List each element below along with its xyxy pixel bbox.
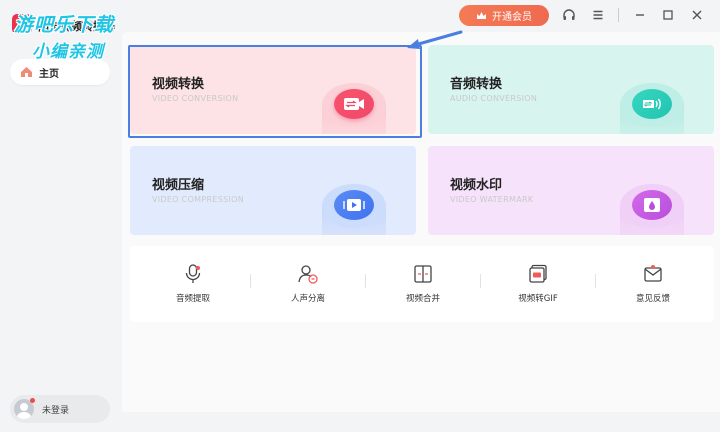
video-convert-icon (334, 89, 374, 119)
card-subtitle: AUDIO CONVERSION (450, 94, 538, 103)
tool-voice-separate[interactable]: 人声分离 (251, 246, 365, 322)
close-icon[interactable] (689, 7, 705, 23)
card-illustration (620, 83, 684, 134)
menu-icon[interactable] (590, 7, 606, 23)
vip-label: 开通会员 (492, 12, 532, 23)
card-audio-conversion[interactable]: 音频转换 AUDIO CONVERSION (428, 45, 714, 134)
sidebar-item-home[interactable]: 主页 (10, 59, 110, 85)
annotation-arrow-icon (407, 30, 463, 49)
home-icon (20, 66, 33, 78)
notification-dot (30, 398, 35, 403)
tool-label: 视频合并 (405, 294, 440, 304)
card-illustration (322, 184, 386, 235)
login-button[interactable]: 未登录 (10, 395, 110, 423)
feedback-icon (642, 263, 664, 285)
tool-feedback[interactable]: 意见反馈 (596, 246, 710, 322)
card-subtitle: VIDEO CONVERSION (152, 94, 239, 103)
tool-label: 意见反馈 (635, 294, 670, 304)
video-merge-icon (412, 263, 434, 285)
titlebar-divider (618, 8, 619, 22)
card-video-compression[interactable]: 视频压缩 VIDEO COMPRESSION (130, 146, 416, 235)
tool-label: 视频转GIF (518, 294, 558, 304)
tool-video-merge[interactable]: 视频合并 (366, 246, 480, 322)
card-title: 视频转换 (152, 77, 205, 92)
tool-label: 人声分离 (290, 294, 325, 304)
tool-video-to-gif[interactable]: 视频转GIF (481, 246, 595, 322)
video-watermark-icon (632, 190, 672, 220)
maximize-icon[interactable] (660, 7, 676, 23)
sidebar-item-label: 主页 (39, 68, 59, 80)
card-subtitle: VIDEO WATERMARK (450, 195, 534, 204)
microphone-icon (182, 263, 204, 285)
gif-icon (527, 263, 549, 285)
tools-panel: 音频提取 人声分离 视频合并 视频转GIF 意见反馈 (130, 246, 714, 322)
voice-separate-icon (297, 263, 319, 285)
minimize-icon[interactable] (632, 7, 648, 23)
main-panel: 视频转换 VIDEO CONVERSION 音频转换 AUDIO CONVERS… (122, 32, 720, 412)
login-label: 未登录 (42, 405, 70, 416)
app-logo-icon (12, 14, 32, 34)
card-illustration (322, 83, 386, 134)
title-bar: 闪电视频转换器 开通会员 (0, 0, 720, 34)
card-illustration (620, 184, 684, 235)
card-subtitle: VIDEO COMPRESSION (152, 195, 245, 204)
vip-button[interactable]: 开通会员 (459, 5, 549, 26)
sidebar: 主页 未登录 (0, 32, 122, 432)
card-video-conversion[interactable]: 视频转换 VIDEO CONVERSION (130, 45, 416, 134)
tool-label: 音频提取 (175, 294, 210, 304)
card-video-watermark[interactable]: 视频水印 VIDEO WATERMARK (428, 146, 714, 235)
headset-icon[interactable] (561, 7, 577, 23)
audio-convert-icon (632, 89, 672, 119)
card-title: 视频压缩 (152, 178, 205, 193)
card-title: 音频转换 (450, 77, 503, 92)
video-compress-icon (334, 190, 374, 220)
card-title: 视频水印 (450, 178, 503, 193)
crown-icon (476, 11, 487, 21)
tool-audio-extract[interactable]: 音频提取 (136, 246, 250, 322)
